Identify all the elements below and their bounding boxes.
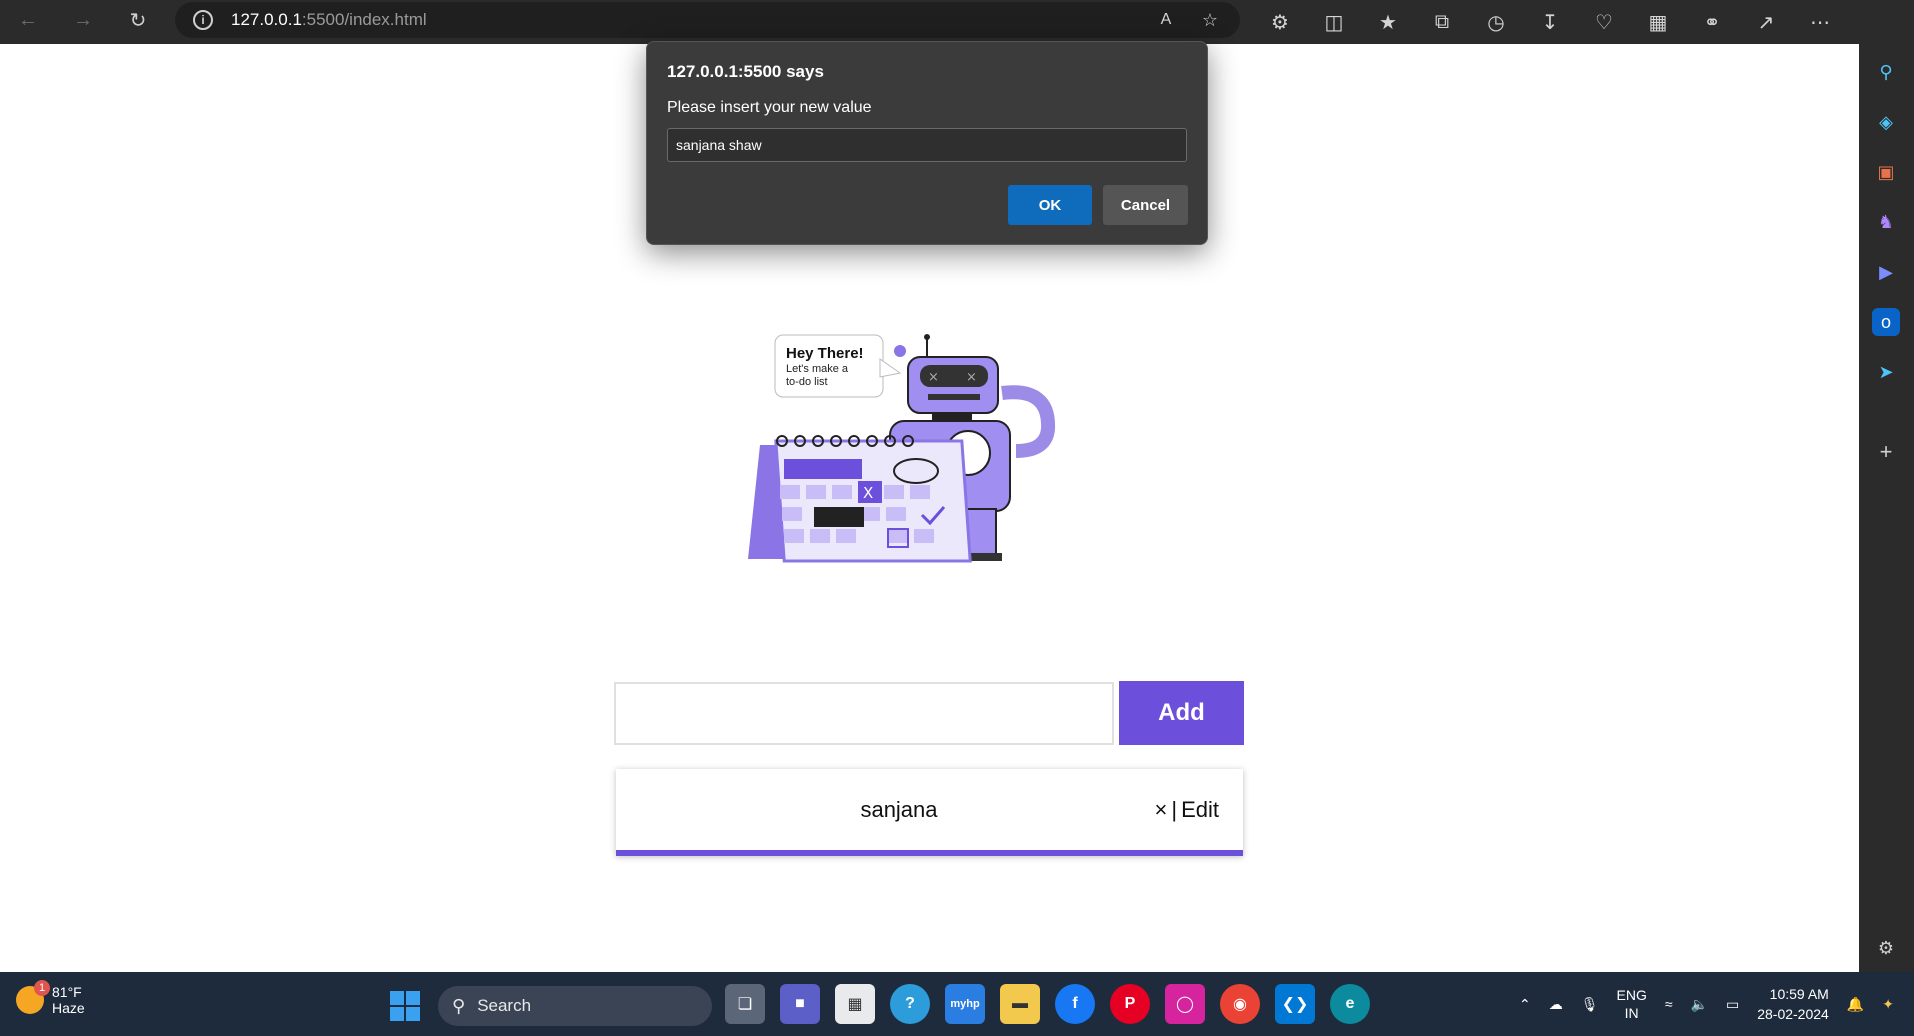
dialog-message: Please insert your new value	[667, 99, 872, 116]
onedrive-cloud-icon[interactable]: ☁	[1549, 996, 1563, 1013]
add-button[interactable]: Add	[1119, 681, 1244, 745]
wifi-icon[interactable]: ≈	[1665, 996, 1673, 1012]
favorites-icon[interactable]: ★	[1370, 4, 1406, 40]
notification-bell-icon[interactable]: 🔔	[1847, 996, 1864, 1013]
lang-top: ENG	[1616, 987, 1647, 1003]
split-screen-icon[interactable]: ◫	[1316, 4, 1352, 40]
weather-widget[interactable]: 1 81°F Haze	[16, 980, 85, 1016]
volume-icon[interactable]: 🔈	[1691, 996, 1708, 1013]
todo-item-actions: × | Edit	[1155, 797, 1220, 823]
action-separator: |	[1171, 797, 1178, 822]
svg-text:X: X	[863, 484, 873, 502]
gear-icon	[894, 345, 906, 357]
refresh-icon[interactable]: ↻	[118, 2, 158, 38]
search-label: Search	[477, 996, 532, 1015]
dialog-input[interactable]	[667, 128, 1187, 162]
edit-button[interactable]: Edit	[1181, 797, 1219, 823]
clock-time: 10:59 AM	[1769, 986, 1829, 1002]
todo-item-text: sanjana	[860, 797, 938, 822]
ok-button[interactable]: OK	[1008, 185, 1092, 225]
favorite-star-icon[interactable]: ☆	[1198, 8, 1222, 32]
outlook-icon[interactable]: o	[1872, 308, 1900, 336]
weather-desc: Haze	[52, 1000, 85, 1016]
more-options-icon[interactable]: ⋯	[1802, 4, 1838, 40]
browser-essentials-icon[interactable]: ⚭	[1694, 4, 1730, 40]
site-info-icon[interactable]: i	[193, 10, 213, 30]
help-icon[interactable]: ?	[890, 984, 930, 1024]
language-indicator[interactable]: ENG IN	[1617, 986, 1647, 1022]
read-aloud-icon[interactable]: A	[1154, 8, 1178, 32]
facebook-icon[interactable]: f	[1055, 984, 1095, 1024]
extensions-icon[interactable]: ⚙	[1262, 4, 1298, 40]
collections-icon[interactable]: ⧉	[1424, 4, 1460, 40]
copilot-taskbar-icon[interactable]: ✦	[1882, 996, 1894, 1013]
clock[interactable]: 10:59 AM 28-02-2024	[1757, 984, 1829, 1024]
pinterest-icon[interactable]: P	[1110, 984, 1150, 1024]
notification-badge: 1	[34, 980, 50, 996]
url-host: 127.0.0.1	[231, 10, 302, 29]
weather-sun-icon: 1	[16, 980, 50, 1014]
cancel-button[interactable]: Cancel	[1103, 185, 1188, 225]
dialog-title: 127.0.0.1:5500 says	[667, 62, 824, 81]
chrome-icon[interactable]: ◉	[1220, 984, 1260, 1024]
url-path: :5500/index.html	[301, 10, 427, 29]
history-icon[interactable]: ◷	[1478, 4, 1514, 40]
delete-button[interactable]: ×	[1155, 797, 1168, 823]
edge-icon[interactable]: e	[1330, 984, 1370, 1024]
clock-date: 28-02-2024	[1757, 1006, 1829, 1022]
myhp-icon[interactable]: myhp	[945, 984, 985, 1024]
todo-item: sanjana × | Edit	[616, 769, 1243, 856]
task-view-icon[interactable]: ❏	[725, 984, 765, 1024]
back-icon[interactable]: ←	[8, 2, 48, 38]
performance-icon[interactable]: ♡	[1586, 4, 1622, 40]
taskbar-search[interactable]: ⚲ Search	[438, 986, 712, 1026]
prompt-dialog: 127.0.0.1:5500 says Please insert your n…	[646, 41, 1208, 245]
edge-sidebar: ⚲ ◈ ▣ ♞ ▶ o ➤ + ⚙	[1859, 0, 1914, 972]
forward-icon[interactable]: →	[63, 2, 103, 38]
address-bar[interactable]: i 127.0.0.1:5500/index.html A ☆	[175, 2, 1240, 38]
file-explorer-icon[interactable]: ▬	[1000, 984, 1040, 1024]
browser-toolbar: ← → ↻ i 127.0.0.1:5500/index.html A ☆ ⚙ …	[0, 0, 1914, 44]
weather-temp: 81°F	[52, 984, 82, 1000]
games-chess-icon[interactable]: ♞	[1872, 208, 1900, 236]
copilot-sidebar-icon[interactable]: ▶	[1872, 258, 1900, 286]
add-sidebar-app-icon[interactable]: +	[1872, 438, 1900, 466]
bubble-line2: to-do list	[786, 376, 828, 388]
svg-text:×: ×	[928, 370, 939, 385]
svg-text:×: ×	[966, 370, 977, 385]
drop-send-icon[interactable]: ➤	[1872, 358, 1900, 386]
vscode-icon[interactable]: ❮❯	[1275, 984, 1315, 1024]
windows-taskbar: 1 81°F Haze ⚲ Search ❏ ■ ▦ ? myhp ▬ f P …	[0, 972, 1914, 1036]
lang-bottom: IN	[1624, 1005, 1639, 1021]
microphone-icon[interactable]: 🎙	[1581, 996, 1599, 1013]
search-icon[interactable]: ⚲	[1872, 58, 1900, 86]
robot-calendar-illustration: Hey There! Let's make a to-do list × × X	[748, 334, 1056, 563]
instagram-icon[interactable]: ◯	[1165, 984, 1205, 1024]
teams-chat-icon[interactable]: ■	[780, 984, 820, 1024]
todo-input[interactable]	[614, 682, 1114, 745]
chevron-up-icon[interactable]: ⌃	[1519, 996, 1531, 1013]
microsoft-store-icon[interactable]: ▦	[835, 984, 875, 1024]
settings-gear-icon[interactable]: ⚙	[1872, 934, 1900, 962]
tools-briefcase-icon[interactable]: ▣	[1872, 158, 1900, 186]
battery-icon[interactable]: ▭	[1726, 996, 1739, 1013]
search-icon: ⚲	[452, 995, 466, 1016]
apps-icon[interactable]: ▦	[1640, 4, 1676, 40]
shopping-tag-icon[interactable]: ◈	[1872, 108, 1900, 136]
windows-start-icon[interactable]	[390, 991, 420, 1021]
bubble-line1: Let's make a	[786, 363, 849, 375]
downloads-icon[interactable]: ↧	[1532, 4, 1568, 40]
bubble-title: Hey There!	[786, 345, 864, 362]
share-icon[interactable]: ↗	[1748, 4, 1784, 40]
